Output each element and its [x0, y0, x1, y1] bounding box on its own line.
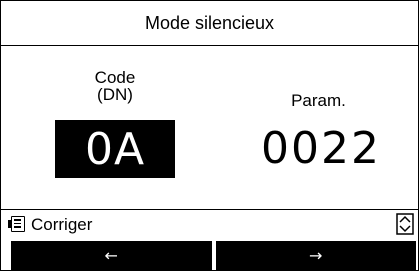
divider [1, 209, 418, 210]
param-value-field[interactable]: 0022 [251, 119, 391, 177]
menu-label: Corriger [31, 215, 93, 234]
code-label: Code (DN) [55, 69, 175, 103]
up-down-scroll-icon[interactable] [396, 213, 414, 235]
controller-screen: Mode silencieux Code (DN) 0A Param. 0022… [0, 0, 419, 271]
right-arrow-button[interactable]: → [215, 241, 416, 270]
menu-row[interactable]: Corriger [1, 211, 418, 239]
left-arrow-button[interactable]: ← [11, 241, 212, 270]
softkey-bar: ← → [11, 241, 416, 270]
param-label: Param. [291, 91, 346, 110]
code-value-field[interactable]: 0A [55, 120, 175, 178]
code-label-line2: (DN) [97, 85, 133, 104]
screen-title: Mode silencieux [1, 1, 418, 46]
menu-list-icon [8, 216, 25, 232]
code-label-line1: Code [94, 68, 136, 87]
